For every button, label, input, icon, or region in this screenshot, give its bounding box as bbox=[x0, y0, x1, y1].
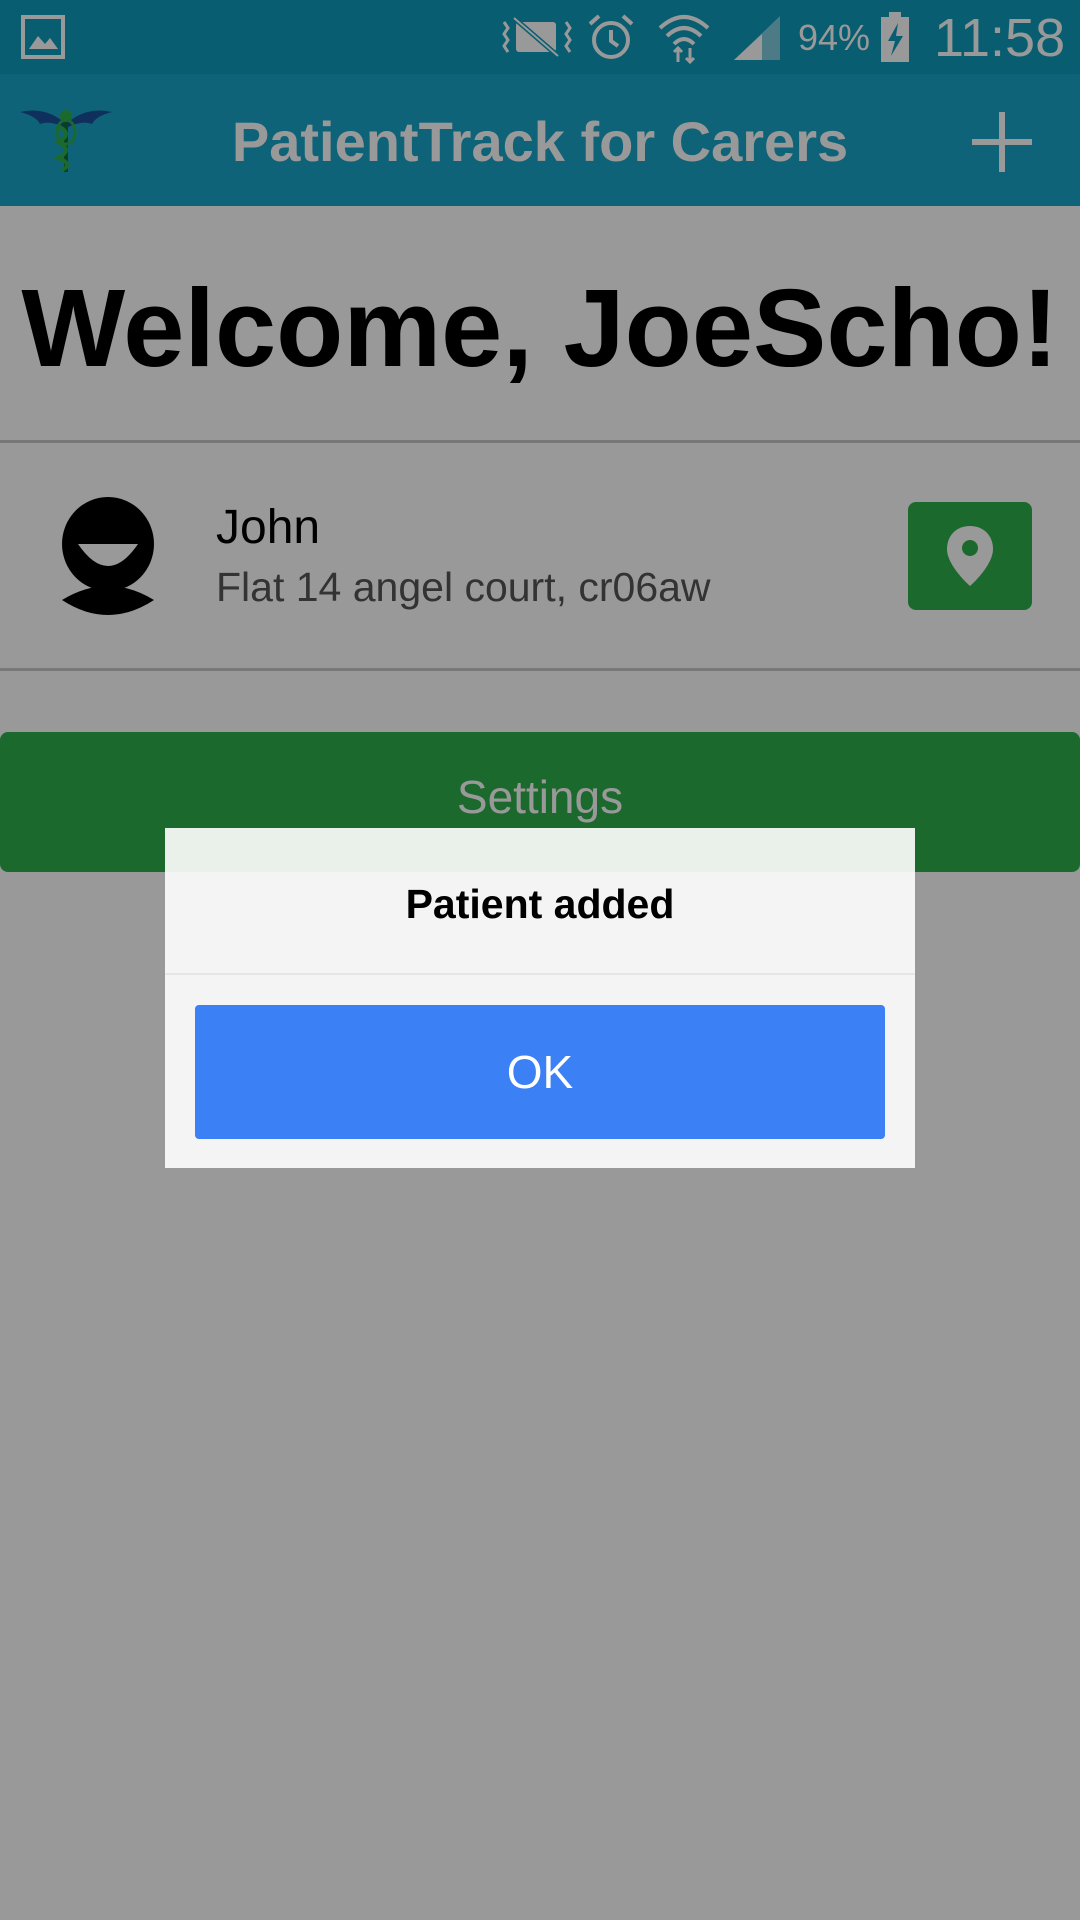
patient-added-dialog: Patient added OK bbox=[165, 828, 915, 1168]
dialog-header-band bbox=[165, 828, 915, 872]
ok-button[interactable]: OK bbox=[195, 1005, 885, 1139]
dialog-divider bbox=[165, 973, 915, 975]
dialog-title: Patient added bbox=[405, 881, 675, 927]
